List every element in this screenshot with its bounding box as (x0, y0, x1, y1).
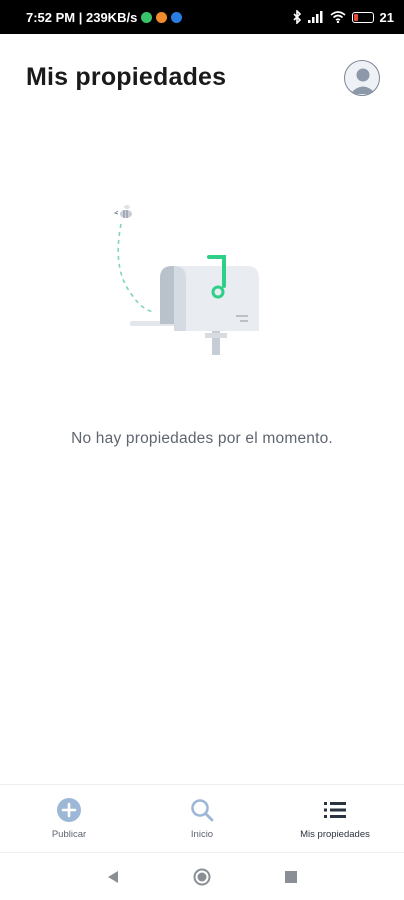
back-icon[interactable] (104, 868, 122, 886)
battery-icon (351, 11, 374, 23)
wifi-icon (330, 11, 346, 23)
nav-label-publicar: Publicar (51, 829, 87, 840)
plus-circle-icon (57, 798, 81, 822)
status-bar: 7:52 PM | 239KB/s 21 (0, 0, 404, 34)
bluetooth-icon (292, 10, 301, 24)
signal-icon (307, 11, 323, 23)
status-time: 7:52 PM | 239KB/s (26, 9, 138, 25)
nav-label-mis-propiedades: Mis propiedades (300, 829, 370, 840)
empty-state-message: No hay propiedades por el momento. (71, 430, 333, 447)
nav-item-inicio[interactable]: Inicio (147, 797, 257, 840)
bee-icon (113, 205, 132, 218)
user-avatar-icon[interactable] (344, 60, 380, 96)
nav-item-publicar[interactable]: Publicar (14, 797, 124, 840)
battery-level (353, 13, 358, 21)
search-icon (191, 799, 214, 822)
bottom-nav: Publicar Inicio Mis propiedades (0, 784, 404, 852)
phone-notification-icon (171, 11, 183, 23)
recents-icon[interactable] (282, 868, 300, 886)
battery-percentage: 21 (379, 9, 394, 25)
page-title: Mis propiedades (26, 63, 227, 91)
mailbox-illustration (113, 205, 259, 355)
whatsapp-notification-icon (141, 11, 153, 23)
list-icon (324, 802, 346, 818)
nav-label-inicio: Inicio (190, 829, 214, 840)
app-notification-icon (156, 11, 168, 23)
nav-item-mis-propiedades[interactable]: Mis propiedades (280, 797, 390, 840)
avatar-silhouette (350, 68, 376, 94)
header: Mis propiedades (0, 34, 404, 124)
home-icon[interactable] (193, 868, 211, 886)
status-right: 21 (292, 10, 394, 25)
status-left: 7:52 PM | 239KB/s (26, 9, 183, 25)
system-nav-bar (0, 852, 404, 900)
